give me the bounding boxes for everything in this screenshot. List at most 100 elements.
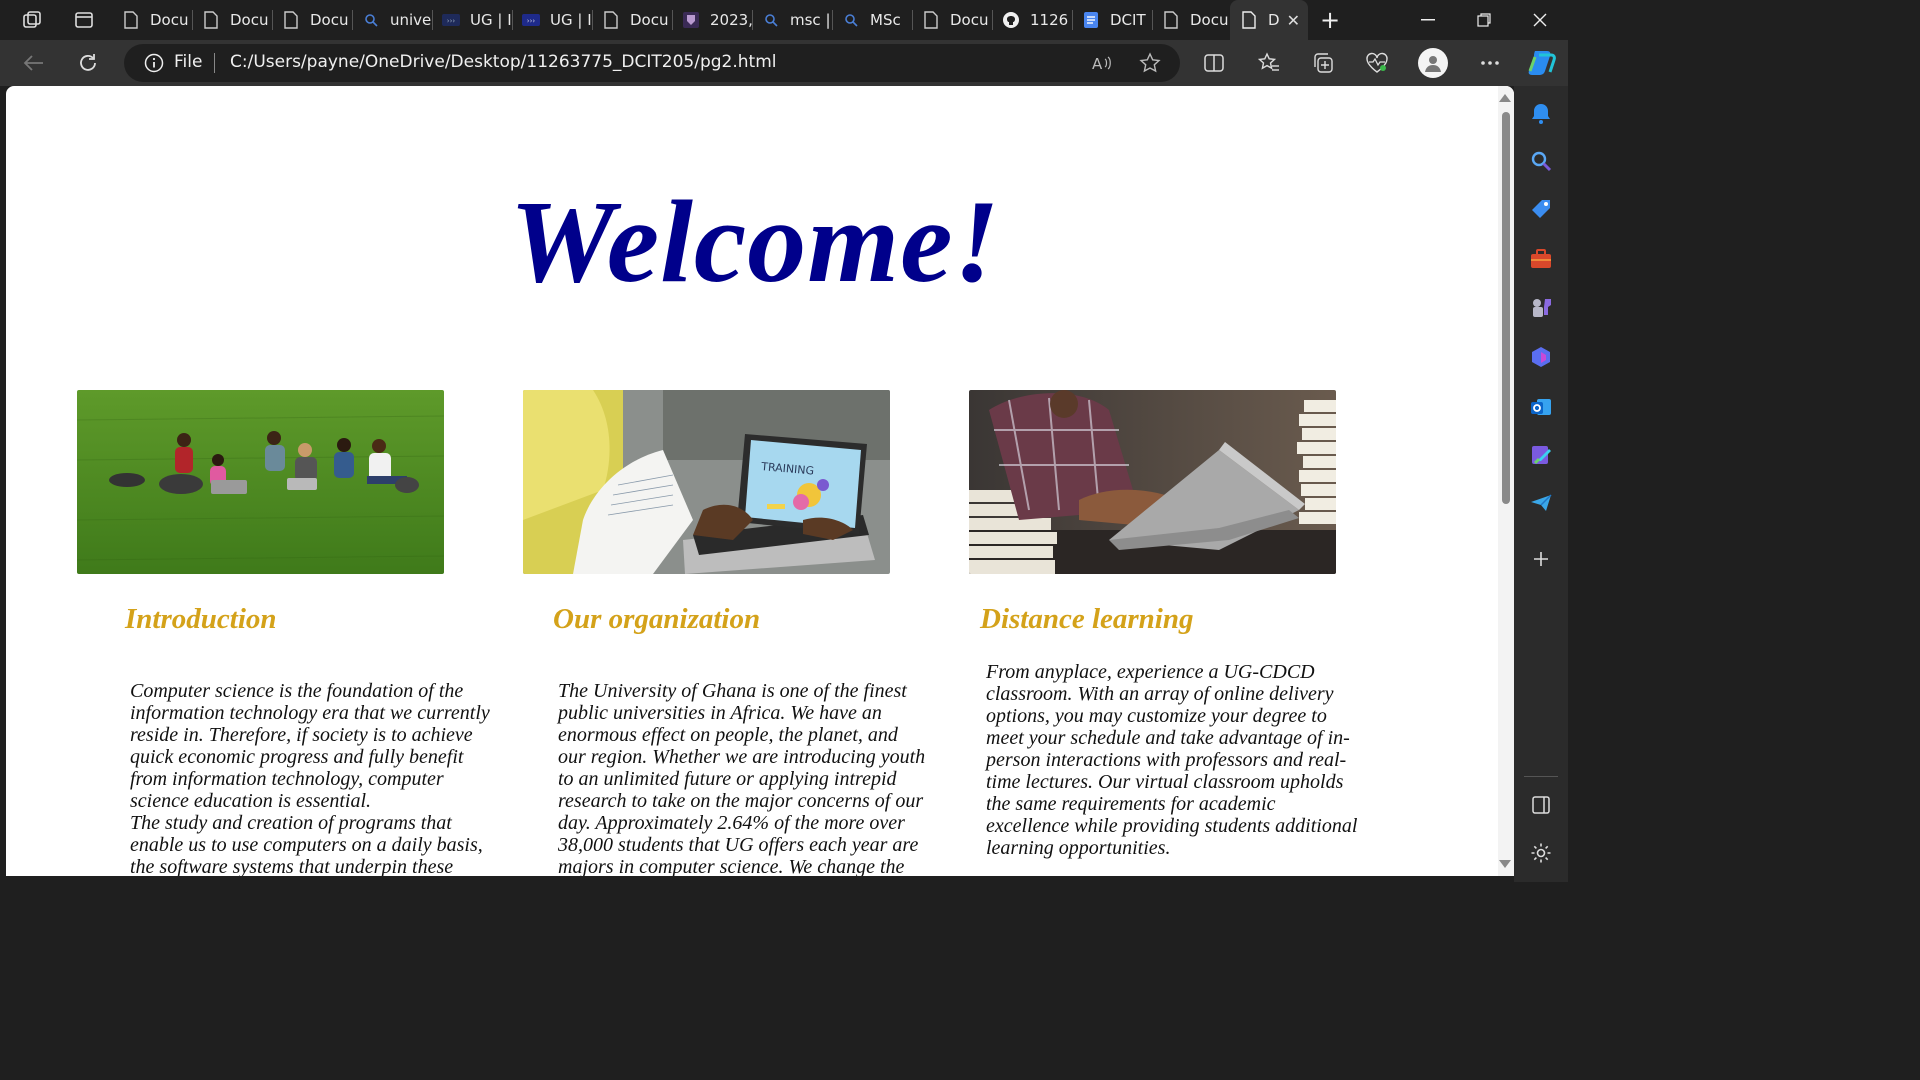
restore-button[interactable]	[1456, 0, 1512, 40]
document-icon	[922, 11, 940, 29]
tab[interactable]: unive	[352, 4, 432, 36]
page-viewport: Welcome! TRAINING Introduction Our organ…	[6, 86, 1514, 876]
tab[interactable]: 2023,	[672, 4, 752, 36]
profile-avatar[interactable]	[1418, 48, 1448, 78]
back-button[interactable]	[18, 47, 50, 79]
hide-sidebar-icon[interactable]	[1528, 792, 1554, 818]
google-docs-icon	[1082, 11, 1100, 29]
favorites-icon[interactable]	[1255, 49, 1283, 77]
search-icon	[762, 11, 780, 29]
new-tab-button[interactable]: +	[1314, 4, 1346, 36]
man-typing-laptop-photo	[969, 390, 1336, 574]
tab-label: Docu	[310, 11, 349, 29]
copilot-icon[interactable]	[1526, 47, 1558, 79]
scrollbar-thumb[interactable]	[1502, 112, 1510, 504]
browser-essentials-icon[interactable]	[1363, 49, 1391, 77]
tab-label: unive	[390, 11, 432, 29]
tab-active[interactable]: D ✕	[1230, 0, 1308, 40]
tab[interactable]: Docu	[592, 4, 672, 36]
card-title-organization: Our organization	[553, 603, 761, 635]
collections-icon[interactable]	[1309, 49, 1337, 77]
drop-notes-icon[interactable]	[1528, 442, 1554, 468]
paragraph: From anyplace, experience a UG-CDCD clas…	[986, 661, 1358, 859]
tab[interactable]: 1126	[992, 4, 1072, 36]
tab-label: 1126	[1030, 11, 1069, 29]
tools-briefcase-icon[interactable]	[1528, 246, 1554, 272]
tab-label: D	[1268, 11, 1280, 29]
tab-label: Docu	[150, 11, 189, 29]
tab-label: DCIT	[1110, 11, 1146, 29]
tab-label: Docu	[630, 11, 669, 29]
url-text[interactable]: C:/Users/payne/OneDrive/Desktop/11263775…	[230, 52, 776, 72]
tab-label: 2023,	[710, 11, 752, 29]
close-window-button[interactable]	[1512, 0, 1568, 40]
workspaces-icon[interactable]	[16, 4, 48, 36]
minimize-button[interactable]	[1400, 0, 1456, 40]
address-bar[interactable]: File C:/Users/payne/OneDrive/Desktop/112…	[124, 44, 1180, 82]
tab-label: msc |	[790, 11, 831, 29]
ug-logo-icon: ›››	[522, 11, 540, 29]
document-icon	[602, 11, 620, 29]
ug-logo-icon: ›››	[442, 11, 460, 29]
refresh-button[interactable]	[72, 47, 104, 79]
tab-strip: Docu Docu Docu unive ››› UG | I ››› UG |…	[0, 0, 1568, 40]
tab[interactable]: msc |	[752, 4, 832, 36]
tab-label: Docu	[950, 11, 989, 29]
tab[interactable]: Docu	[1152, 4, 1230, 36]
outlook-icon[interactable]	[1528, 394, 1554, 420]
tab[interactable]: Docu	[112, 4, 192, 36]
split-screen-icon[interactable]	[1200, 49, 1228, 77]
document-icon	[202, 11, 220, 29]
bell-icon[interactable]	[1528, 100, 1554, 126]
paragraph: Computer science is the foundation of th…	[130, 680, 490, 812]
search-icon	[362, 11, 380, 29]
document-icon	[122, 11, 140, 29]
tab[interactable]: Docu	[272, 4, 352, 36]
scroll-down-arrow[interactable]	[1499, 860, 1511, 868]
paragraph: The University of Ghana is one of the fi…	[558, 680, 926, 876]
github-icon	[1002, 11, 1020, 29]
paragraph: The study and creation of programs that …	[130, 812, 483, 876]
card-title-introduction: Introduction	[125, 603, 277, 635]
copilot-designer-icon[interactable]	[1528, 344, 1554, 370]
card-text-introduction: Computer science is the foundation of th…	[130, 680, 492, 876]
scroll-up-arrow[interactable]	[1499, 94, 1511, 102]
tab[interactable]: Docu	[912, 4, 992, 36]
info-icon[interactable]	[144, 53, 164, 77]
add-sidebar-app-icon[interactable]	[1528, 546, 1554, 572]
tab[interactable]: ››› UG | I	[432, 4, 512, 36]
gear-icon[interactable]	[1528, 840, 1554, 866]
divider	[214, 53, 215, 73]
page-title: Welcome!	[509, 176, 1001, 307]
edge-sidebar	[1514, 86, 1568, 882]
tab-label: MSc	[870, 11, 901, 29]
vertical-scrollbar[interactable]	[1498, 86, 1514, 876]
document-icon	[282, 11, 300, 29]
favorite-star-icon[interactable]	[1138, 51, 1162, 75]
document-icon	[1240, 11, 1258, 29]
tab[interactable]: Docu	[192, 4, 272, 36]
svg-text:›››: ›››	[447, 17, 456, 25]
games-chess-icon[interactable]	[1528, 294, 1554, 320]
send-telegram-icon[interactable]	[1528, 490, 1554, 516]
search-icon	[842, 11, 860, 29]
svg-text:›››: ›››	[527, 17, 536, 25]
crest-icon	[682, 11, 700, 29]
tab[interactable]: DCIT	[1072, 4, 1152, 36]
card-text-distance-learning: From anyplace, experience a UG-CDCD clas…	[986, 661, 1358, 859]
tab-label: Docu	[1190, 11, 1229, 29]
search-icon[interactable]	[1528, 148, 1554, 174]
tab[interactable]: ››› UG | I	[512, 4, 592, 36]
tab[interactable]: MSc	[832, 4, 912, 36]
tab-label: UG | I	[550, 11, 592, 29]
student-laptop-training-photo: TRAINING	[523, 390, 890, 574]
close-tab-icon[interactable]: ✕	[1287, 11, 1300, 30]
svg-text:A: A	[1092, 55, 1103, 73]
tab-actions-icon[interactable]	[68, 4, 100, 36]
shopping-tag-icon[interactable]	[1528, 196, 1554, 222]
more-menu-icon[interactable]	[1476, 49, 1504, 77]
browser-toolbar: File C:/Users/payne/OneDrive/Desktop/112…	[0, 40, 1568, 86]
read-aloud-icon[interactable]: A	[1090, 51, 1114, 75]
tab-label: Docu	[230, 11, 269, 29]
card-title-distance-learning: Distance learning	[980, 603, 1194, 635]
